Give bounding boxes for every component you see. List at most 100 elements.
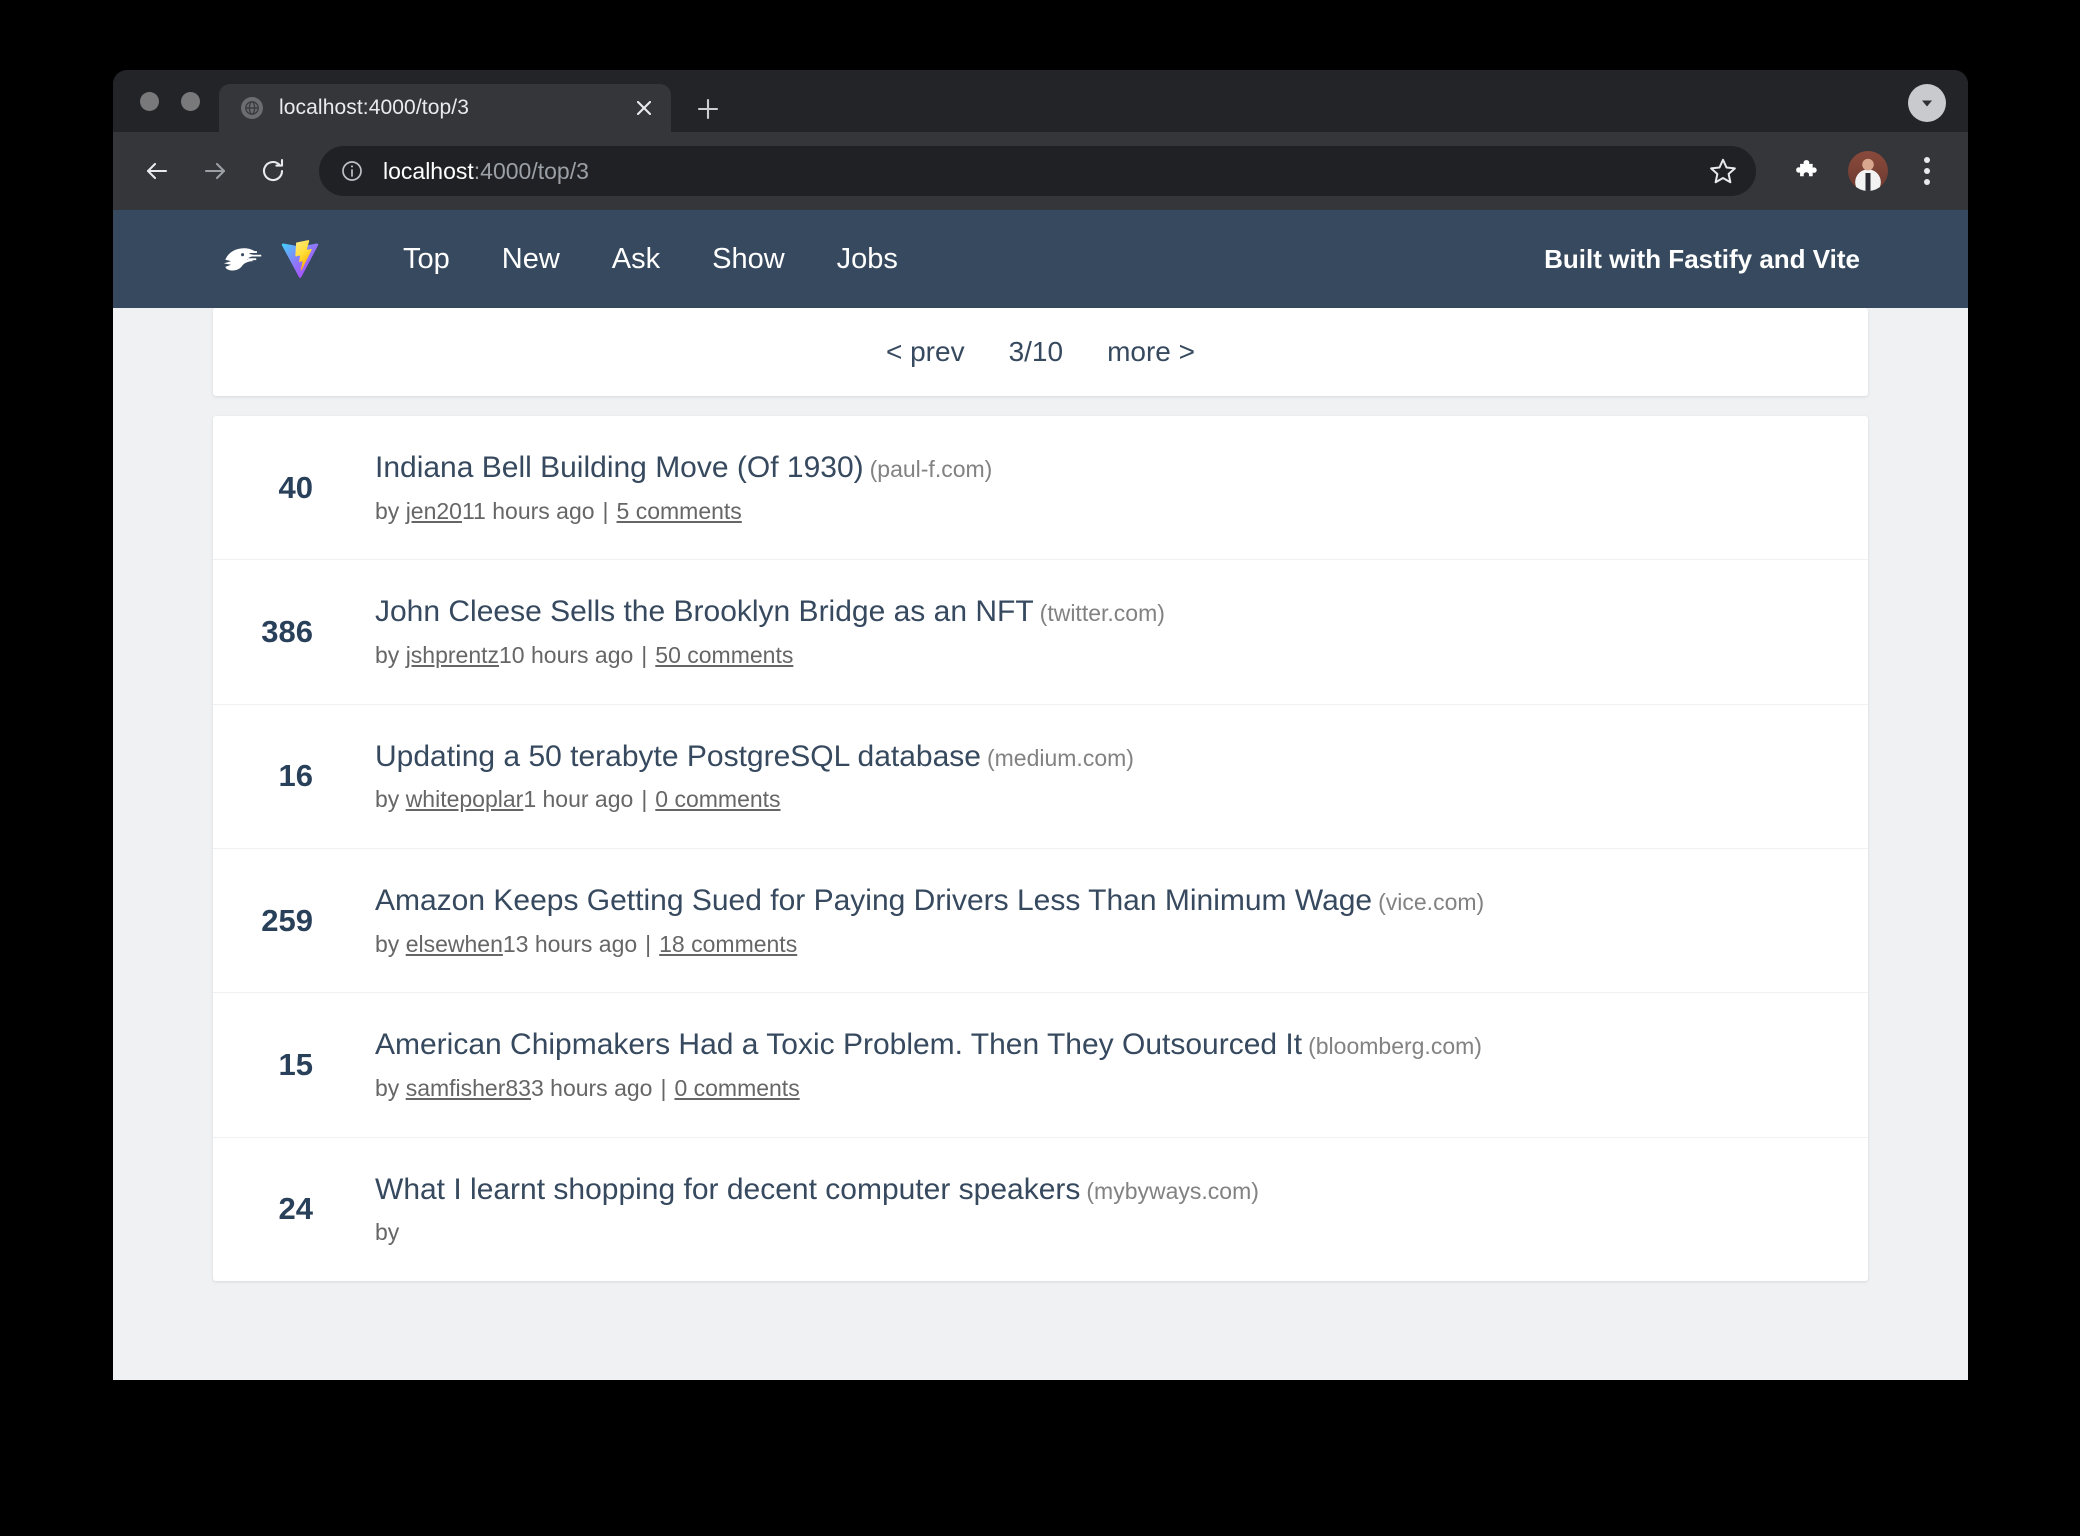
story-by-label: by [375,1074,406,1101]
story-body: Updating a 50 terabyte PostgreSQL databa… [325,739,1868,814]
story-comments-link[interactable]: 5 comments [617,498,742,524]
story-title-line: Amazon Keeps Getting Sued for Paying Dri… [375,883,1868,920]
story-time: 1 hour ago [523,786,634,813]
story-by-label: by [375,1219,400,1246]
story-by-label: by [375,930,406,957]
story-author-link[interactable]: jen20 [406,498,462,524]
story-domain: (vice.com) [1378,889,1485,916]
back-button[interactable] [135,149,179,193]
site-tagline: Built with Fastify and Vite [1544,243,1860,274]
story-title-link[interactable]: What I learnt shopping for decent comput… [375,1173,1080,1206]
profile-avatar[interactable] [1848,151,1888,191]
story-by-label: by [375,786,406,813]
story-meta-separator: | [641,641,648,668]
story-title-line: What I learnt shopping for decent comput… [375,1172,1868,1209]
site-navbar: Top New Ask Show Jobs Built with Fastify… [113,210,1968,308]
story-meta-separator: | [660,1074,667,1101]
close-window-button[interactable] [140,92,159,111]
story-title-line: American Chipmakers Had a Toxic Problem.… [375,1027,1868,1064]
nav-link-new[interactable]: New [476,243,586,276]
story-meta: by jen2011 hours ago | 5 comments [375,497,1868,526]
table-row: 16 Updating a 50 terabyte PostgreSQL dat… [213,705,1868,850]
story-author-link[interactable]: elsewhen [406,931,503,957]
story-score: 259 [261,902,313,938]
story-list: 40 Indiana Bell Building Move (Of 1930)(… [213,416,1868,1282]
vite-logo[interactable] [281,239,319,279]
story-domain: (medium.com) [986,744,1134,771]
story-title-line: John Cleese Sells the Brooklyn Bridge as… [375,594,1868,631]
story-comments-link[interactable]: 50 comments [655,642,793,668]
table-row: 259 Amazon Keeps Getting Sued for Paying… [213,849,1868,994]
screen: localhost:4000/top/3 localhost:4000/top/… [0,0,2080,1536]
story-body: What I learnt shopping for decent comput… [325,1172,1868,1247]
brand-logos[interactable] [221,239,319,279]
story-title-link[interactable]: Amazon Keeps Getting Sued for Paying Dri… [375,884,1372,917]
story-meta: by jshprentz10 hours ago | 50 comments [375,641,1868,670]
story-body: American Chipmakers Had a Toxic Problem.… [325,1027,1868,1102]
story-meta-separator: | [641,786,648,813]
new-tab-button[interactable] [691,92,725,126]
star-icon[interactable] [1708,156,1738,186]
story-meta: by whitepoplar1 hour ago | 0 comments [375,785,1868,814]
close-tab-icon[interactable] [627,91,661,125]
story-meta: by elsewhen13 hours ago | 18 comments [375,930,1868,959]
story-body: Indiana Bell Building Move (Of 1930) (pau… [325,450,1868,525]
next-page-link[interactable]: more > [1107,336,1195,368]
forward-button[interactable] [193,149,237,193]
story-author-link[interactable]: jshprentz [406,642,499,668]
reload-button[interactable] [251,149,295,193]
story-score: 24 [278,1191,313,1227]
story-body: Amazon Keeps Getting Sued for Paying Dri… [325,883,1868,958]
story-title-link[interactable]: Updating a 50 terabyte PostgreSQL databa… [375,740,981,773]
browser-tab-title: localhost:4000/top/3 [279,96,469,119]
story-domain: (twitter.com) [1039,600,1165,627]
puzzle-icon[interactable] [1786,150,1828,192]
three-dot-menu-icon[interactable] [1906,157,1948,185]
story-author-link[interactable]: samfisher83 [406,1075,531,1101]
story-author-link[interactable]: whitepoplar [406,786,524,812]
info-circle-icon[interactable] [339,158,365,184]
story-domain: (paul-f.com) [869,456,993,482]
story-title-link[interactable]: American Chipmakers Had a Toxic Problem.… [375,1028,1302,1061]
browser-window: localhost:4000/top/3 localhost:4000/top/… [113,70,1968,1380]
nav-link-top[interactable]: Top [377,243,476,276]
page-viewport: Top New Ask Show Jobs Built with Fastify… [113,210,1968,1380]
story-time: 11 hours ago [461,497,595,524]
pagination-bar: < prev 3/10 more > [213,308,1868,396]
story-by-label: by [375,641,406,668]
prev-page-link[interactable]: < prev [886,336,965,368]
story-by-label: by [375,497,406,524]
table-row: 386 John Cleese Sells the Brooklyn Bridg… [213,560,1868,705]
story-score: 386 [261,614,313,650]
story-title-line: Updating a 50 terabyte PostgreSQL databa… [375,739,1868,776]
story-domain: (mybyways.com) [1086,1177,1259,1204]
table-row: 24 What I learnt shopping for decent com… [213,1138,1868,1281]
nav-link-show[interactable]: Show [686,243,811,276]
table-row: 40 Indiana Bell Building Move (Of 1930)(… [213,416,1868,561]
story-title-link[interactable]: Indiana Bell Building Move (Of 1930) [375,451,864,484]
story-meta-separator: | [645,930,652,957]
story-domain: (bloomberg.com) [1308,1033,1482,1060]
browser-tab[interactable]: localhost:4000/top/3 [219,84,671,132]
nav-link-jobs[interactable]: Jobs [811,243,924,276]
story-time: 10 hours ago [499,641,634,668]
minimize-window-button[interactable] [181,92,200,111]
story-score: 16 [278,758,313,794]
story-body: John Cleese Sells the Brooklyn Bridge as… [325,594,1868,669]
story-time: 3 hours ago [530,1074,653,1101]
story-comments-link[interactable]: 18 comments [659,931,797,957]
nav-link-ask[interactable]: Ask [586,243,686,276]
page-indicator: 3/10 [1008,336,1064,367]
browser-toolbar: localhost:4000/top/3 [113,132,1968,210]
story-time: 13 hours ago [502,930,638,957]
address-bar[interactable]: localhost:4000/top/3 [319,146,1756,196]
fastify-logo[interactable] [221,242,267,276]
site-nav-links: Top New Ask Show Jobs [377,243,924,276]
url-path: :4000/top/3 [473,157,589,184]
story-title-link[interactable]: John Cleese Sells the Brooklyn Bridge as… [375,595,1034,628]
story-comments-link[interactable]: 0 comments [655,786,780,812]
tab-search-button[interactable] [1908,84,1946,122]
story-meta-separator: | [602,497,609,524]
url-host: localhost [383,157,474,184]
story-comments-link[interactable]: 0 comments [674,1075,799,1101]
